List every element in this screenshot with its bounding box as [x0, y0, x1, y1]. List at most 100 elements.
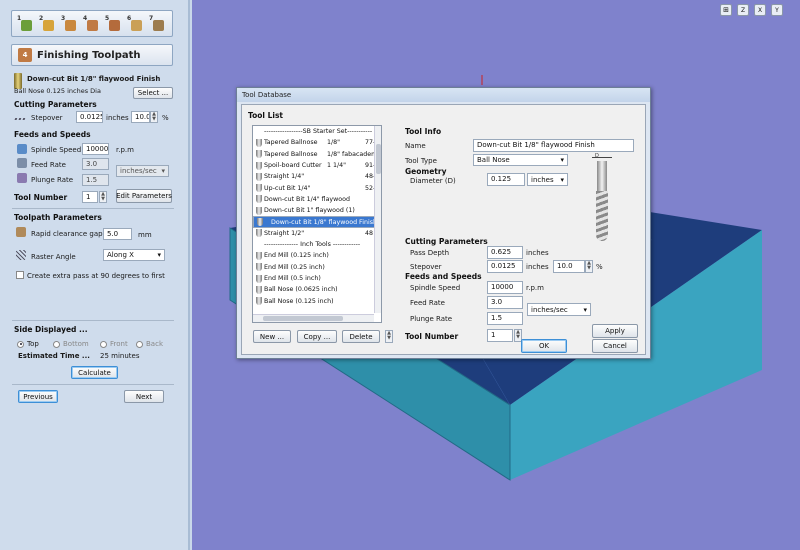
- spindle-unit: r.p.m: [116, 146, 134, 154]
- feeds-speeds-header: Feeds and Speeds: [405, 272, 482, 281]
- tool-type-select[interactable]: Ball Nose ▾: [473, 154, 568, 166]
- tool-list-item[interactable]: Spoil-board Cutter1 1/4"91-00: [253, 160, 381, 171]
- diameter-unit-select[interactable]: inches ▾: [527, 173, 568, 186]
- view-y-button[interactable]: Y: [771, 4, 783, 16]
- chevron-down-icon: ▾: [583, 305, 587, 314]
- diameter-input[interactable]: 0.125: [487, 173, 525, 186]
- dialog-title[interactable]: Tool Database: [237, 88, 650, 102]
- edit-parameters-button[interactable]: Edit Parameters: [116, 189, 172, 203]
- estimated-time-label: Estimated Time ...: [18, 352, 90, 360]
- tool-list-item[interactable]: Down-cut Bit 1" flaywood (1): [253, 205, 381, 216]
- calculate-button[interactable]: Calculate: [71, 366, 118, 379]
- rate-unit-select[interactable]: inches/sec ▾: [527, 303, 591, 316]
- extra-pass-label: Create extra pass at 90 degrees to first: [27, 272, 165, 280]
- delete-tool-button[interactable]: Delete: [342, 330, 380, 343]
- rapid-gap-input[interactable]: 5.0: [103, 228, 132, 240]
- feed-rate-input[interactable]: 3.0: [82, 158, 109, 170]
- hscrollbar-thumb[interactable]: [263, 316, 343, 321]
- scrollbar-thumb[interactable]: [376, 144, 381, 174]
- rapid-gap-label: Rapid clearance gap: [31, 230, 103, 238]
- side-bottom-radio[interactable]: Bottom: [53, 340, 89, 348]
- side-back-radio[interactable]: Back: [136, 340, 163, 348]
- tool-list-item[interactable]: End Mill (0.125 inch): [253, 250, 381, 261]
- pass-depth-input[interactable]: 0.625: [487, 246, 523, 259]
- stepover-percent-input[interactable]: 10.0: [131, 111, 150, 123]
- divider: [12, 384, 174, 385]
- tool-list-item[interactable]: End Mill (0.25 inch): [253, 262, 381, 273]
- step-7-button[interactable]: 7: [148, 14, 168, 34]
- tool-list-item[interactable]: -----------------SB Starter Set---------…: [253, 126, 381, 137]
- view-x-button[interactable]: X: [754, 4, 766, 16]
- spindle-speed-input[interactable]: 10000: [487, 281, 523, 294]
- stepover-percent-input[interactable]: 10.0: [553, 260, 585, 273]
- stepover-percent-spinner[interactable]: ▲ ▼: [150, 111, 158, 123]
- iso-view-icon[interactable]: ⊞: [720, 4, 732, 16]
- tool-bit-icon: [256, 285, 262, 294]
- tool-name-input[interactable]: Down-cut Bit 1/8" flaywood Finish: [473, 139, 634, 152]
- next-button[interactable]: Next: [124, 390, 164, 403]
- plunge-rate-label: Plunge Rate: [31, 176, 74, 184]
- radio-icon: [53, 340, 60, 348]
- tool-list-item[interactable]: Straight 1/4"48-00: [253, 171, 381, 182]
- spindle-speed-input[interactable]: 10000: [82, 143, 109, 155]
- feed-rate-input[interactable]: 3.0: [487, 296, 523, 309]
- step-4-button[interactable]: 4: [82, 14, 102, 34]
- copy-tool-button[interactable]: Copy ...: [297, 330, 337, 343]
- spindle-icon: [17, 144, 27, 154]
- tool-list-item-name: Straight 1/4": [264, 173, 305, 181]
- tool-number-spinner[interactable]: ▲ ▼: [99, 191, 107, 203]
- tool-bit-icon: [256, 206, 262, 215]
- step-3-button[interactable]: 3: [60, 14, 80, 34]
- tool-order-spinner[interactable]: ▲ ▼: [385, 330, 393, 343]
- tool-list-item[interactable]: Tapered Ballnose 1/8" fabacademy: [253, 149, 381, 160]
- extra-pass-checkbox[interactable]: [16, 271, 24, 279]
- finishing-step-icon: 4: [18, 48, 32, 62]
- rate-unit-select[interactable]: inches/sec ▾: [116, 165, 169, 177]
- tool-list-item[interactable]: Tapered Ballnose1/8"77-10: [253, 137, 381, 148]
- cutout-icon: [109, 19, 120, 31]
- tool-list-item[interactable]: Ball Nose (0.0625 inch): [253, 284, 381, 295]
- tool-list-hscrollbar[interactable]: [253, 314, 374, 322]
- ball-nose-diagram: D: [592, 153, 616, 253]
- side-top-radio[interactable]: Top: [17, 340, 39, 348]
- cancel-button[interactable]: Cancel: [592, 339, 638, 353]
- new-tool-button[interactable]: New ...: [253, 330, 291, 343]
- select-tool-button[interactable]: Select ...: [133, 87, 173, 99]
- tool-list-item[interactable]: Down-cut Bit 1/8" flaywood Finish: [253, 216, 381, 228]
- tool-list-item[interactable]: Down-cut Bit 1/4" flaywood: [253, 194, 381, 205]
- step-6-button[interactable]: 6: [126, 14, 146, 34]
- stepover-label: Stepover: [410, 263, 442, 271]
- tool-bit-icon: [256, 251, 262, 260]
- ok-button[interactable]: OK: [521, 339, 567, 353]
- previous-button[interactable]: Previous: [18, 390, 58, 403]
- apply-button[interactable]: Apply: [592, 324, 638, 338]
- tool-number-input[interactable]: 1: [82, 191, 98, 203]
- tool-list[interactable]: -----------------SB Starter Set---------…: [252, 125, 382, 323]
- tool-number-label: Tool Number: [405, 332, 459, 341]
- tool-bit-icon: [256, 195, 262, 204]
- tool-list-item[interactable]: End Mill (0.5 inch): [253, 273, 381, 284]
- tool-list-item[interactable]: Straight 1/2" 48: [253, 228, 381, 239]
- raster-angle-select[interactable]: Along X ▾: [103, 249, 165, 261]
- side-front-radio[interactable]: Front: [100, 340, 128, 348]
- name-label: Name: [405, 142, 426, 150]
- step-5-button[interactable]: 5: [104, 14, 124, 34]
- feed-rate-label: Feed Rate: [31, 161, 66, 169]
- plunge-rate-input[interactable]: 1.5: [82, 174, 109, 186]
- view-z-button[interactable]: Z: [737, 4, 749, 16]
- step-1-button[interactable]: 1: [16, 14, 36, 34]
- roughing-icon: [65, 19, 76, 31]
- step-2-button[interactable]: 2: [38, 14, 58, 34]
- plunge-rate-input[interactable]: 1.5: [487, 312, 523, 325]
- tool-bit-icon: [256, 274, 262, 283]
- tool-list-item[interactable]: Up-cut Bit 1/4"52-91: [253, 182, 381, 193]
- tool-list-item[interactable]: --------------- Inch Tools ------------: [253, 239, 381, 250]
- tool-list-scrollbar[interactable]: [374, 126, 381, 313]
- tool-number-input[interactable]: 1: [487, 329, 513, 342]
- tool-list-item[interactable]: Ball Nose (0.125 inch): [253, 295, 381, 306]
- stepover-input[interactable]: 0.0125: [76, 111, 103, 123]
- stepover-input[interactable]: 0.0125: [487, 260, 523, 273]
- radio-icon: [100, 340, 107, 348]
- stepover-percent-spinner[interactable]: ▲ ▼: [585, 260, 593, 273]
